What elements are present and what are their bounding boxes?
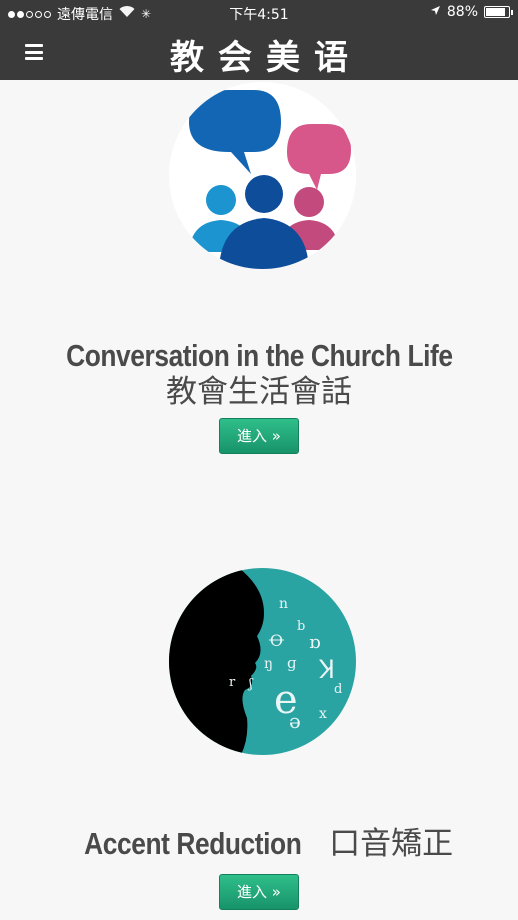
battery-icon [484,6,513,18]
svg-text:ɒ: ɒ [309,632,321,653]
site-brand[interactable]: 教会美语 [0,30,518,79]
svg-text:d: d [334,682,342,697]
conversation-image [169,82,356,269]
svg-text:Ꝋ: Ꝋ [268,631,284,650]
top-bar: 遠傳電信 ✳ 下午4:51 88% 教会美语 [0,0,518,80]
status-right: 88% [430,4,513,20]
section-title-en: Accent Reduction [84,826,302,861]
section-title-en: Conversation in the Church Life [65,338,453,373]
svg-text:ə: ə [289,709,301,733]
enter-button[interactable]: 進入 » [219,418,299,454]
svg-text:x: x [319,706,327,722]
battery-percent: 88% [446,4,478,20]
svg-text:n: n [279,596,288,612]
svg-text:Ʞ: Ʞ [319,655,335,685]
section-title: Conversation in the Church Life 教會生活會話 [20,338,498,410]
accent-reduction-image: n b Ꝋ ɒ Ʞ ŋ ɡ r ʃ e ə x d [169,568,356,755]
section-title-zh: 口音矯正 [329,826,454,861]
location-arrow-icon [430,4,441,20]
enter-button[interactable]: 進入 » [219,874,299,910]
section-title: Accent Reduction 口音矯正 [20,826,498,862]
svg-text:ɡ: ɡ [287,654,297,672]
svg-text:ŋ: ŋ [264,656,273,672]
section-title-zh: 教會生活會話 [166,374,352,409]
battery-fill [486,8,505,16]
svg-text:r: r [229,675,236,690]
status-bar: 遠傳電信 ✳ 下午4:51 88% [0,0,518,26]
svg-text:b: b [297,619,305,634]
